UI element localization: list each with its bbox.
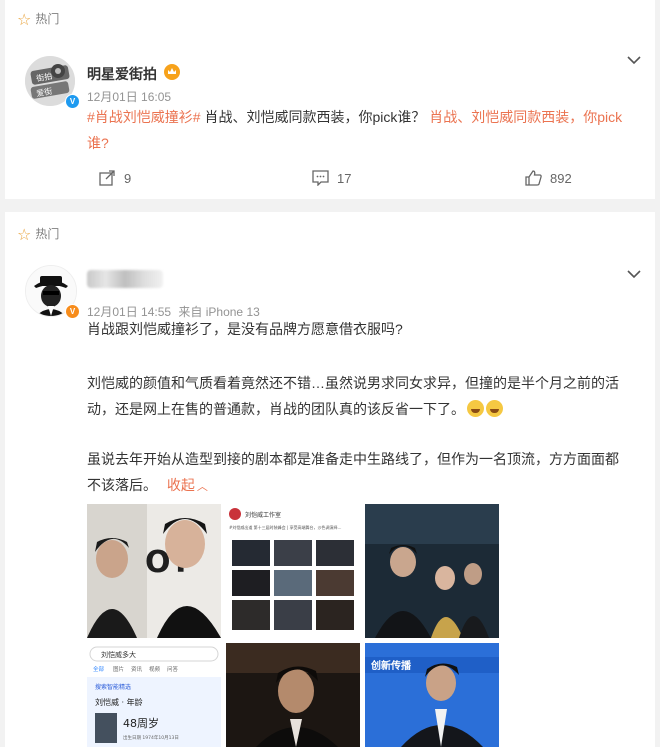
post-body: 肖战、刘恺威同款西装，你pick谁？ bbox=[200, 109, 430, 125]
author-name[interactable]: 明星爱街拍 bbox=[87, 64, 157, 84]
chevron-down-icon[interactable] bbox=[627, 52, 641, 68]
post-card: ☆ 热门 V 12月01日 14:55 来自 iPhone 13 肖战跟刘恺威撞衫… bbox=[5, 212, 655, 747]
search-tab: 问答 bbox=[167, 665, 179, 673]
repost-icon bbox=[99, 170, 115, 186]
post-image-4[interactable]: 刘恺威多大 全部 图片 资讯 视频 问答 搜索智能精选 刘恺威 · 年龄 48周… bbox=[87, 643, 221, 747]
hot-tag: ☆ 热门 bbox=[17, 227, 60, 244]
post-text: #肖战刘恺威撞衫# 肖战、刘恺威同款西装，你pick谁？ 肖战、刘恺威同款西装，… bbox=[87, 104, 643, 156]
post-paragraph-1: 肖战跟刘恺威撞衫了，是没有品牌方愿意借衣服吗? bbox=[87, 321, 403, 337]
topic-link-cont[interactable]: 谁? bbox=[87, 135, 109, 151]
post-image-3[interactable] bbox=[365, 504, 499, 638]
repost-count: 9 bbox=[124, 170, 132, 186]
chevron-down-icon[interactable] bbox=[627, 266, 641, 282]
comment-count: 17 bbox=[337, 170, 352, 186]
comment-button[interactable]: 17 bbox=[312, 170, 351, 186]
collapse-link[interactable]: 收起 ︿ bbox=[167, 477, 208, 493]
verified-badge-icon: V bbox=[65, 94, 80, 109]
like-count: 892 bbox=[550, 170, 572, 186]
laughing-emoji-icon bbox=[467, 400, 484, 417]
search-tab: 视频 bbox=[149, 665, 161, 673]
search-query: 刘恺威多大 bbox=[101, 650, 136, 659]
post-image-2[interactable]: 刘恺威工作室 #刘恺威出道 第十三届时装峰会 | 享受高端舞台，沙色调演绎… bbox=[226, 504, 360, 638]
action-bar: 9 17 892 bbox=[5, 170, 655, 190]
post-image-6[interactable]: 创新传播 bbox=[365, 643, 499, 747]
comment-icon bbox=[312, 170, 329, 186]
laughing-emoji-icon bbox=[486, 400, 503, 417]
post-card: ☆ 热门 街拍 爱街 V 明星爱街拍 12月01日 16:05 #肖战刘恺威撞衫#… bbox=[5, 0, 655, 199]
search-result-age: 48周岁 bbox=[123, 716, 159, 730]
search-tab: 图片 bbox=[113, 665, 124, 673]
post-image-1[interactable]: OT bbox=[87, 504, 221, 638]
member-crown-icon bbox=[164, 64, 180, 80]
hashtag-link[interactable]: #肖战刘恺威撞衫# bbox=[87, 109, 201, 125]
chevron-up-icon: ︿ bbox=[196, 481, 208, 493]
hot-tag: ☆ 热门 bbox=[17, 12, 60, 29]
post-paragraph-3: 虽说去年开始从造型到接的剧本都是准备走中生路线了，但作为一名顶流，方方面面都 不… bbox=[87, 451, 619, 493]
image-line-text: #刘恺威出道 第十三届时装峰会 | 享受高端舞台，沙色调演绎… bbox=[229, 524, 342, 530]
search-tab: 资讯 bbox=[131, 665, 143, 673]
like-button[interactable]: 892 bbox=[525, 170, 572, 186]
banner-text: 创新传播 bbox=[370, 659, 412, 672]
thumbs-up-icon bbox=[525, 170, 542, 186]
repost-button[interactable]: 9 bbox=[99, 170, 131, 186]
search-tab-all: 全部 bbox=[93, 665, 105, 673]
author-name-blurred[interactable] bbox=[87, 270, 163, 288]
topic-link[interactable]: 肖战、刘恺威同款西装，你pick bbox=[429, 109, 622, 125]
search-result-name: 刘恺威 · 年龄 bbox=[95, 697, 143, 707]
star-icon: ☆ bbox=[17, 227, 32, 244]
image-header-text: 刘恺威工作室 bbox=[245, 511, 281, 519]
search-result-birth: 出生日期 1974年10月13日 bbox=[123, 734, 179, 741]
post-image-5[interactable] bbox=[226, 643, 360, 747]
verified-badge-icon: V bbox=[65, 304, 80, 319]
search-card-title: 搜索智能精选 bbox=[95, 683, 131, 691]
post-paragraph-2: 刘恺威的颜值和气质看着竟然还不错…虽然说男求同女求异，但撞的是半个月之前的活 动… bbox=[87, 375, 619, 417]
post-time[interactable]: 12月01日 16:05 bbox=[87, 88, 171, 105]
star-icon: ☆ bbox=[17, 12, 32, 29]
